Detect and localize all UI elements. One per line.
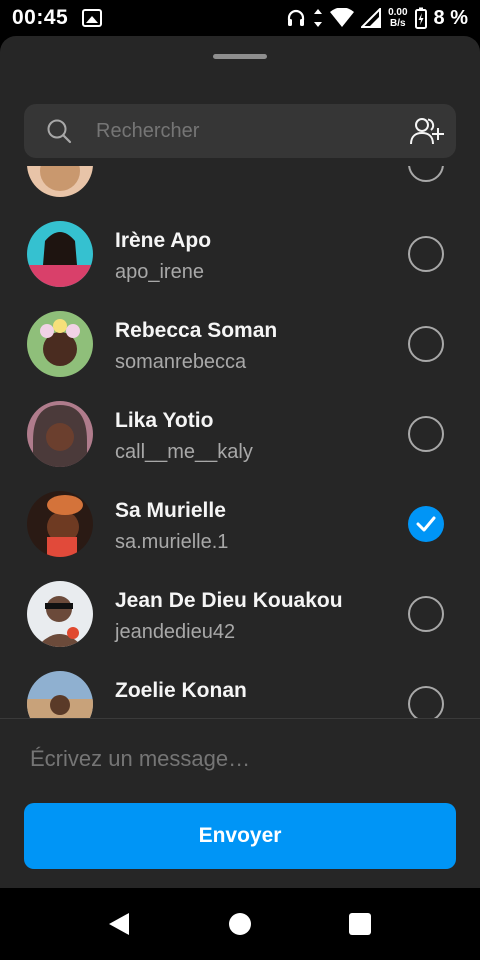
avatar xyxy=(27,166,93,197)
avatar xyxy=(27,401,93,467)
avatar xyxy=(27,581,93,647)
network-speed-value: 0.00 xyxy=(388,7,408,18)
wifi-icon xyxy=(330,8,355,28)
recipient-name: Rebecca Soman xyxy=(115,319,278,342)
battery-percentage: 8 % xyxy=(433,6,468,29)
send-button[interactable]: Envoyer xyxy=(24,803,456,869)
select-radio[interactable] xyxy=(408,326,444,362)
recipient-username: jeandedieu42 xyxy=(115,621,236,643)
select-radio-checked[interactable] xyxy=(408,506,444,542)
recipient-name: Irène Apo xyxy=(115,229,212,252)
select-radio[interactable] xyxy=(408,596,444,632)
recipient-username: apo_irene xyxy=(115,261,204,283)
signal-icon xyxy=(361,8,382,28)
status-time: 00:45 xyxy=(12,6,69,29)
recipient-name: Zoelie Konan xyxy=(115,679,247,702)
recipient-name: Lika Yotio xyxy=(115,409,214,432)
recipient-name: Sa Murielle xyxy=(115,499,226,522)
avatar xyxy=(27,671,93,718)
home-icon[interactable] xyxy=(229,913,251,935)
recipient-username: sa.murielle.1 xyxy=(115,531,229,553)
list-item[interactable]: Zoelie Konan xyxy=(0,659,480,718)
data-arrows-icon xyxy=(313,8,323,28)
search-icon xyxy=(46,118,72,144)
avatar xyxy=(27,491,93,557)
add-people-icon[interactable] xyxy=(410,116,446,146)
search-bar[interactable] xyxy=(24,104,456,158)
navigation-bar xyxy=(0,888,480,960)
avatar xyxy=(27,311,93,377)
list-item[interactable]: fatou_sha123 xyxy=(0,166,480,209)
select-radio[interactable] xyxy=(408,236,444,272)
recipient-list[interactable]: fatou_sha123 Irène Apo apo_irene Rebecca… xyxy=(0,166,480,718)
list-item[interactable]: Sa Murielle sa.murielle.1 xyxy=(0,479,480,569)
select-radio[interactable] xyxy=(408,416,444,452)
select-radio[interactable] xyxy=(408,166,444,182)
status-icons: 0.00 B/s 8 % xyxy=(286,7,468,30)
sheet-drag-handle[interactable] xyxy=(213,54,267,59)
avatar xyxy=(27,221,93,287)
recipient-name: Jean De Dieu Kouakou xyxy=(115,589,343,612)
list-item[interactable]: Rebecca Soman somanrebecca xyxy=(0,299,480,389)
network-speed: 0.00 B/s xyxy=(388,7,407,29)
battery-charging-icon xyxy=(414,7,427,29)
headphones-icon xyxy=(286,8,306,28)
divider xyxy=(0,718,480,719)
recipient-username: somanrebecca xyxy=(115,351,247,373)
back-icon[interactable] xyxy=(108,912,130,941)
recipient-username: call__me__kaly xyxy=(115,441,253,463)
status-bar: 00:45 0.00 B/s 8 % xyxy=(0,0,480,36)
network-speed-unit: B/s xyxy=(390,18,406,29)
search-input[interactable] xyxy=(96,119,396,143)
recent-apps-icon[interactable] xyxy=(349,913,371,935)
message-input[interactable] xyxy=(30,746,450,772)
list-item[interactable]: Lika Yotio call__me__kaly xyxy=(0,389,480,479)
share-sheet: fatou_sha123 Irène Apo apo_irene Rebecca… xyxy=(0,36,480,888)
list-item[interactable]: Jean De Dieu Kouakou jeandedieu42 xyxy=(0,569,480,659)
list-item[interactable]: Irène Apo apo_irene xyxy=(0,209,480,299)
checkmark-icon xyxy=(416,516,436,532)
select-radio[interactable] xyxy=(408,686,444,718)
gallery-icon xyxy=(82,9,103,27)
